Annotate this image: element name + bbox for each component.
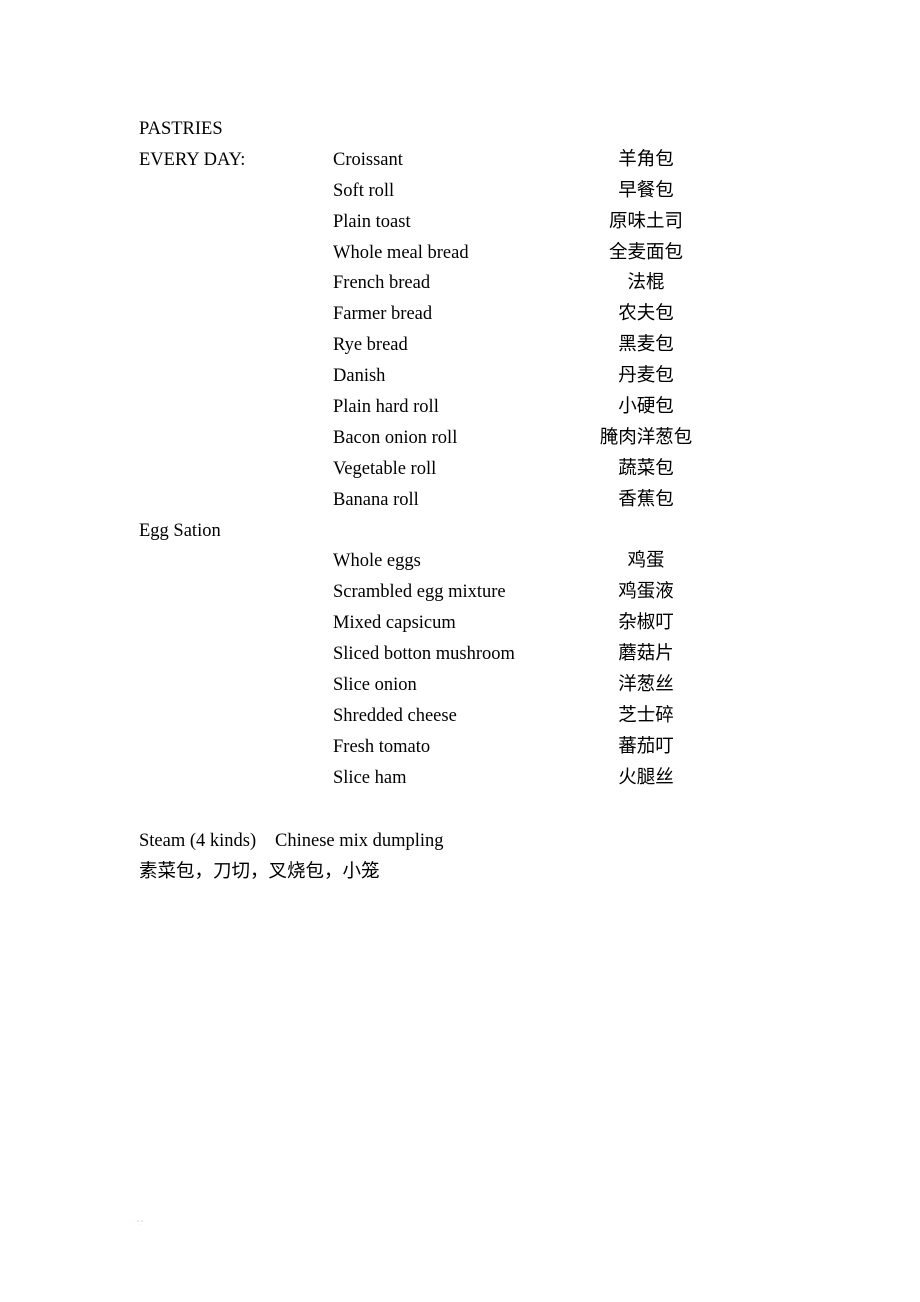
steam-dumpling-varieties-cn: 素菜包，刀切，叉烧包，小笼: [139, 860, 380, 882]
menu-row: Slice ham 火腿丝: [0, 765, 920, 796]
menu-item-cn: 洋葱丝: [618, 674, 674, 696]
menu-row: Whole meal bread 全麦面包: [0, 240, 920, 271]
menu-item-cn: 蕃茄叮: [618, 735, 674, 757]
menu-item-en: Farmer bread: [333, 304, 433, 325]
menu-row: Plain toast 原味土司: [0, 209, 920, 240]
menu-item-en: Bacon onion roll: [333, 427, 458, 448]
menu-item-en: Rye bread: [333, 335, 408, 356]
menu-item-cn: 芝士碎: [618, 704, 674, 726]
menu-item-cn: 杂椒叮: [618, 612, 674, 634]
menu-item-cn: 法棍: [627, 272, 665, 294]
menu-item-en: Slice onion: [333, 675, 417, 696]
menu-item-cn: 鸡蛋液: [618, 581, 674, 603]
menu-row: Farmer bread 农夫包: [0, 301, 920, 332]
menu-item-en: Soft roll: [333, 180, 395, 201]
menu-row: Bacon onion roll 腌肉洋葱包: [0, 425, 920, 456]
steam-kinds-label: Steam (4 kinds): [139, 831, 257, 851]
menu-item-en: Scrambled egg mixture: [333, 582, 506, 603]
menu-item-en: Slice ham: [333, 767, 407, 788]
menu-item-cn: 蔬菜包: [618, 457, 674, 479]
menu-item-en: Vegetable roll: [333, 458, 437, 479]
menu-item-cn: 丹麦包: [618, 365, 674, 387]
section-heading-pastries: PASTRIES: [139, 119, 223, 139]
menu-item-en: Mixed capsicum: [333, 613, 456, 634]
menu-row: Rye bread 黑麦包: [0, 332, 920, 363]
menu-item-cn: 全麦面包: [608, 241, 683, 263]
menu-item-cn: 腌肉洋葱包: [599, 426, 693, 448]
document-page: PASTRIES EVERY DAY: Croissant 羊角包 Soft r…: [0, 0, 920, 1302]
menu-item-en: French bread: [333, 273, 431, 294]
section-heading-egg-station-row: Egg Sation: [0, 518, 920, 549]
menu-row: Sliced botton mushroom 蘑菇片: [0, 641, 920, 672]
menu-item-cn: 香蕉包: [618, 488, 674, 510]
menu-row: Slice onion 洋葱丝: [0, 672, 920, 703]
menu-item-cn: 原味土司: [608, 210, 683, 232]
menu-item-cn: 早餐包: [618, 179, 674, 201]
section-heading-pastries-row: PASTRIES: [0, 116, 920, 147]
menu-row: EVERY DAY: Croissant 羊角包: [0, 147, 920, 178]
steam-dumpling-line-cn: 素菜包，刀切，叉烧包，小笼: [0, 859, 920, 890]
menu-item-cn: 羊角包: [618, 148, 674, 170]
document-body: PASTRIES EVERY DAY: Croissant 羊角包 Soft r…: [0, 116, 920, 796]
menu-item-cn: 黑麦包: [618, 334, 674, 356]
menu-item-en: Sliced botton mushroom: [333, 644, 515, 665]
steam-dumpling-line-en: Steam (4 kinds) Chinese mix dumpling: [0, 828, 920, 859]
menu-row: Banana roll 香蕉包: [0, 487, 920, 518]
menu-row: Whole eggs 鸡蛋: [0, 548, 920, 579]
menu-row: Danish 丹麦包: [0, 363, 920, 394]
menu-item-cn: 小硬包: [618, 396, 674, 418]
menu-item-cn: 火腿丝: [618, 766, 674, 788]
chinese-mix-dumpling-label: Chinese mix dumpling: [275, 831, 444, 851]
menu-item-cn: 鸡蛋: [627, 550, 665, 572]
menu-row: Vegetable roll 蔬菜包: [0, 456, 920, 487]
section-heading-egg-station: Egg Sation: [139, 520, 221, 541]
menu-row: Plain hard roll 小硬包: [0, 394, 920, 425]
menu-row: Mixed capsicum 杂椒叮: [0, 610, 920, 641]
menu-row: Shredded cheese 芝士碎: [0, 703, 920, 734]
menu-item-en: Plain hard roll: [333, 397, 439, 418]
menu-item-en: Danish: [333, 366, 386, 387]
menu-item-en: Banana roll: [333, 489, 419, 510]
steam-dumpling-block: Steam (4 kinds) Chinese mix dumpling 素菜包…: [0, 828, 920, 889]
menu-item-cn: 蘑菇片: [618, 643, 674, 665]
menu-row: Fresh tomato 蕃茄叮: [0, 734, 920, 765]
menu-item-cn: 农夫包: [618, 303, 674, 325]
menu-item-en: Whole meal bread: [333, 242, 469, 263]
menu-item-en: Plain toast: [333, 211, 411, 232]
menu-item-en: Croissant: [333, 149, 403, 170]
menu-row: Scrambled egg mixture 鸡蛋液: [0, 579, 920, 610]
scan-artifact-speck: [137, 1220, 143, 1225]
menu-row: Soft roll 早餐包: [0, 178, 920, 209]
menu-item-en: Shredded cheese: [333, 705, 457, 726]
section-subheading-every-day: EVERY DAY:: [139, 149, 246, 170]
menu-item-en: Fresh tomato: [333, 736, 431, 757]
menu-item-en: Whole eggs: [333, 551, 421, 572]
menu-row: French bread 法棍: [0, 270, 920, 301]
